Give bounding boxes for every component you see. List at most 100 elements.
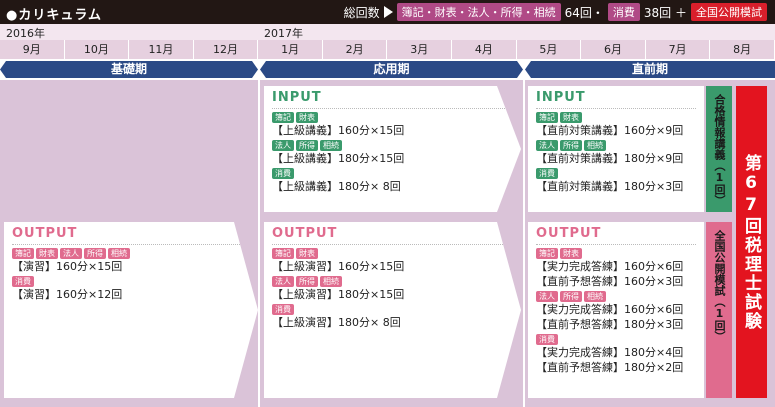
total-label: 総回数 — [343, 5, 380, 20]
month-cell: 1月 — [258, 40, 323, 59]
course-line: 【直前対策講義】160分×9回 — [536, 124, 684, 137]
subject-tag: 消費 — [12, 276, 34, 287]
mock-exam-box: 全国公開模試（1回） — [706, 222, 732, 398]
divider — [536, 244, 696, 245]
subject-tags: 消費 — [528, 168, 704, 179]
phase-applied: 応用期 — [260, 61, 523, 78]
subject-tags: 簿記 財表 — [264, 248, 521, 259]
subject-tag: 所得 — [84, 248, 106, 259]
divider — [12, 244, 250, 245]
subject-tag: 消費 — [536, 334, 558, 345]
divider — [272, 108, 513, 109]
subject-tag: 簿記 — [272, 248, 294, 259]
divider — [272, 244, 513, 245]
course-line: 【直前対策講義】180分×3回 — [536, 180, 684, 193]
course-line: 【直前予想答練】180分×3回 — [536, 318, 684, 331]
subject-tags: 消費 — [264, 168, 521, 179]
month-cell: 9月 — [0, 40, 65, 59]
month-cell: 11月 — [129, 40, 194, 59]
subject-tag: 相続 — [584, 140, 606, 151]
subject-tags: 消費 — [528, 334, 704, 345]
tax-exam-box: 第67回税理士試験 — [736, 86, 767, 398]
divider — [258, 80, 260, 407]
subject-tag: 消費 — [536, 168, 558, 179]
month-cell: 10月 — [65, 40, 130, 59]
year-2016: 2016年 — [6, 27, 45, 40]
course-line: 【直前予想答練】180分×2回 — [536, 361, 684, 374]
card-heading: INPUT — [272, 90, 322, 105]
subject-tag: 相続 — [108, 248, 130, 259]
subject-tag: 所得 — [560, 140, 582, 151]
subjects-tag: 簿記・財表・法人・所得・相続 — [396, 3, 561, 21]
consumption-tag: 消費 — [607, 3, 640, 21]
card-heading: OUTPUT — [272, 226, 338, 241]
subject-tags: 法人 所得 相続 — [264, 140, 521, 151]
consumption-count: 38回 ＋ — [643, 5, 687, 20]
month-cell: 12月 — [194, 40, 259, 59]
header-bar: ●カリキュラム 総回数 簿記・財表・法人・所得・相続 64回・ 消費 38回 ＋… — [0, 0, 775, 24]
subject-tag: 簿記 — [536, 112, 558, 123]
course-line: 【直前予想答練】160分×3回 — [536, 275, 684, 288]
course-line: 【上級講義】180分× 8回 — [272, 180, 401, 193]
subject-tags: 簿記 財表 法人 所得 相続 — [4, 248, 258, 259]
course-line: 【演習】160分×12回 — [12, 288, 123, 301]
card-heading: INPUT — [536, 90, 586, 105]
course-line: 【上級講義】160分×15回 — [272, 124, 405, 137]
divider — [536, 108, 696, 109]
month-cell: 4月 — [452, 40, 517, 59]
divider — [523, 80, 525, 407]
arrow-right-icon — [383, 6, 393, 18]
course-line: 【上級演習】180分× 8回 — [272, 316, 401, 329]
subject-tag: 所得 — [296, 276, 318, 287]
applied-output-card: OUTPUT 簿記 財表 【上級演習】160分×15回 法人 所得 相続 【上級… — [264, 222, 521, 398]
subject-tag: 財表 — [560, 248, 582, 259]
subject-tags: 法人 所得 相続 — [264, 276, 521, 287]
subject-tag: 簿記 — [536, 248, 558, 259]
month-cell: 7月 — [646, 40, 711, 59]
subject-tags: 法人 所得 相続 — [528, 291, 704, 302]
subject-tag: 財表 — [560, 112, 582, 123]
subject-tag: 所得 — [296, 140, 318, 151]
course-line: 【演習】160分×15回 — [12, 260, 123, 273]
page-title: ●カリキュラム — [6, 8, 102, 23]
subject-tags: 簿記 財表 — [528, 112, 704, 123]
subject-tag: 簿記 — [12, 248, 34, 259]
subject-tag: 相続 — [584, 291, 606, 302]
month-row: 9月 10月 11月 12月 1月 2月 3月 4月 5月 6月 7月 8月 — [0, 40, 775, 59]
mock-exam-tag: 全国公開模試 — [691, 3, 767, 21]
month-cell: 3月 — [387, 40, 453, 59]
subject-tag: 法人 — [272, 276, 294, 287]
final-input-card: INPUT 簿記 財表 【直前対策講義】160分×9回 法人 所得 相続 【直前… — [528, 86, 704, 212]
subject-tag: 法人 — [536, 291, 558, 302]
month-cell: 6月 — [581, 40, 646, 59]
subject-tag: 法人 — [272, 140, 294, 151]
subject-tag: 法人 — [60, 248, 82, 259]
applied-input-card: INPUT 簿記 財表 【上級講義】160分×15回 法人 所得 相続 【上級講… — [264, 86, 521, 212]
subject-tag: 所得 — [560, 291, 582, 302]
subject-tag: 財表 — [296, 112, 318, 123]
subjects-count: 64回・ — [564, 5, 604, 20]
basic-output-card: OUTPUT 簿記 財表 法人 所得 相続 【演習】160分×15回 消費 【演… — [4, 222, 258, 398]
subject-tag: 財表 — [296, 248, 318, 259]
course-line: 【実力完成答練】160分×6回 — [536, 303, 684, 316]
subject-tags: 消費 — [4, 276, 258, 287]
subject-tag: 消費 — [272, 168, 294, 179]
month-cell: 2月 — [323, 40, 388, 59]
course-line: 【上級演習】160分×15回 — [272, 260, 405, 273]
month-cell: 8月 — [710, 40, 775, 59]
card-heading: OUTPUT — [12, 226, 78, 241]
subject-tag: 相続 — [320, 140, 342, 151]
course-line: 【上級講義】180分×15回 — [272, 152, 405, 165]
course-line: 【実力完成答練】180分×4回 — [536, 346, 684, 359]
subject-tag: 簿記 — [272, 112, 294, 123]
final-output-card: OUTPUT 簿記 財表 【実力完成答練】160分×6回 【直前予想答練】160… — [528, 222, 704, 398]
subject-tag: 相続 — [320, 276, 342, 287]
card-heading: OUTPUT — [536, 226, 602, 241]
course-line: 【直前対策講義】180分×9回 — [536, 152, 684, 165]
total-summary: 総回数 簿記・財表・法人・所得・相続 64回・ 消費 38回 ＋ 全国公開模試 — [344, 3, 767, 21]
course-line: 【上級演習】180分×15回 — [272, 288, 405, 301]
pass-info-lecture-box: 合格情報講義（1回） — [706, 86, 732, 212]
subject-tags: 簿記 財表 — [528, 248, 704, 259]
subject-tags: 消費 — [264, 304, 521, 315]
subject-tag: 消費 — [272, 304, 294, 315]
